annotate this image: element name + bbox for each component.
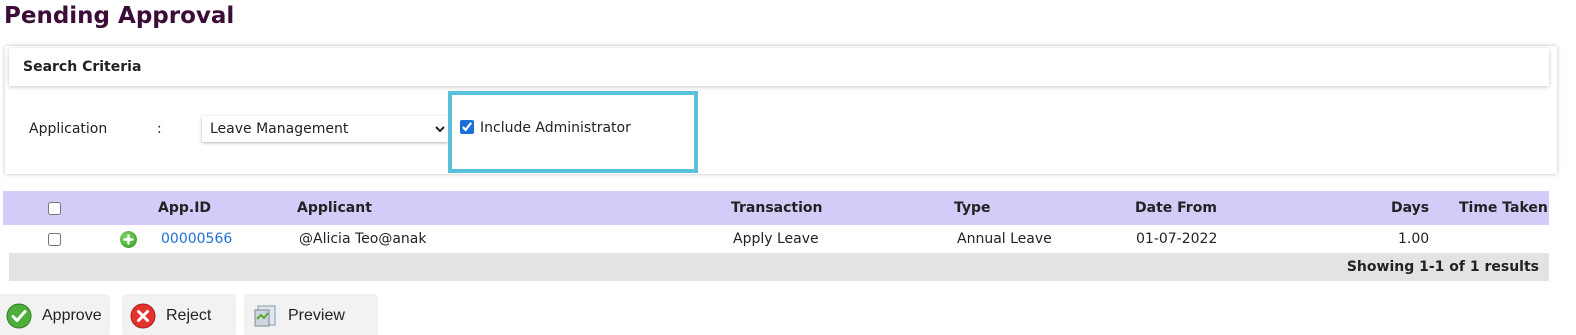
reject-label: Reject bbox=[166, 306, 212, 324]
type-cell: Annual Leave bbox=[957, 231, 1052, 247]
reject-button[interactable]: Reject bbox=[124, 296, 234, 335]
include-administrator-highlight: Include Administrator bbox=[448, 91, 698, 173]
col-time-taken[interactable]: Time Taken bbox=[1459, 191, 1548, 225]
application-colon: : bbox=[157, 121, 162, 137]
col-type[interactable]: Type bbox=[954, 191, 991, 225]
col-transaction[interactable]: Transaction bbox=[731, 191, 823, 225]
col-app-id[interactable]: App.ID bbox=[158, 191, 211, 225]
check-circle-icon bbox=[6, 303, 32, 329]
pagination-summary: Showing 1-1 of 1 results bbox=[1346, 259, 1539, 275]
preview-button[interactable]: Preview bbox=[246, 296, 376, 335]
row-select-cell bbox=[48, 225, 61, 253]
search-criteria-header: Search Criteria bbox=[9, 48, 1549, 86]
select-all-cell bbox=[48, 191, 61, 225]
row-select-checkbox[interactable] bbox=[48, 232, 61, 246]
approval-table: App.ID Applicant Transaction Type Date F… bbox=[3, 191, 1549, 281]
include-administrator-label: Include Administrator bbox=[480, 120, 631, 136]
x-circle-icon bbox=[130, 303, 156, 329]
preview-icon bbox=[252, 303, 278, 329]
plus-circle-icon[interactable] bbox=[120, 230, 137, 248]
date-from-cell: 01-07-2022 bbox=[1136, 231, 1218, 247]
table-header: App.ID Applicant Transaction Type Date F… bbox=[3, 191, 1549, 225]
col-date-from[interactable]: Date From bbox=[1135, 191, 1217, 225]
app-id-cell: 00000566 bbox=[161, 225, 232, 253]
application-select[interactable]: Leave Management bbox=[202, 116, 448, 142]
app-id-link[interactable]: 00000566 bbox=[161, 231, 232, 247]
approve-button[interactable]: Approve bbox=[0, 296, 108, 335]
page-title: Pending Approval bbox=[4, 3, 235, 29]
expand-cell bbox=[120, 225, 137, 253]
col-applicant[interactable]: Applicant bbox=[297, 191, 372, 225]
preview-label: Preview bbox=[288, 306, 345, 324]
table-row: 00000566 @Alicia Teo@anak Apply Leave An… bbox=[3, 225, 1549, 253]
days-cell: 1.00 bbox=[1398, 231, 1430, 247]
search-criteria-panel: Search Criteria Application : Leave Mana… bbox=[5, 46, 1557, 174]
transaction-cell: Apply Leave bbox=[733, 231, 819, 247]
col-days[interactable]: Days bbox=[1391, 191, 1429, 225]
application-label: Application bbox=[29, 121, 108, 137]
include-administrator-checkbox[interactable] bbox=[460, 120, 474, 134]
applicant-cell: @Alicia Teo@anak bbox=[299, 231, 427, 247]
table-footer: Showing 1-1 of 1 results bbox=[9, 253, 1549, 281]
select-all-checkbox[interactable] bbox=[48, 201, 61, 215]
approve-label: Approve bbox=[42, 306, 102, 324]
